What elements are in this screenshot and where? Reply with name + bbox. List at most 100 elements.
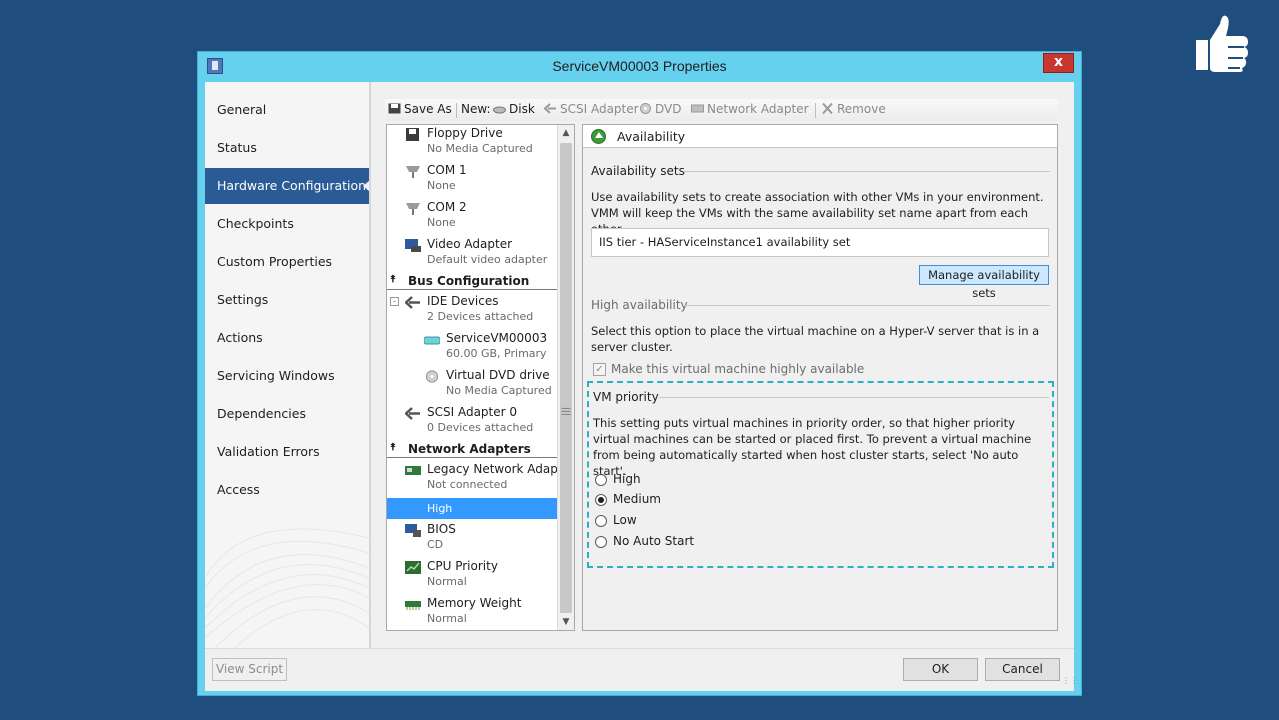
view-script-button[interactable]: View Script xyxy=(212,658,287,681)
priority-medium-radio[interactable] xyxy=(595,494,607,506)
nav-item-actions[interactable]: Actions xyxy=(205,320,369,356)
nav-item-hardware-configuration[interactable]: Hardware Configuration xyxy=(205,168,369,204)
nav-item-status[interactable]: Status xyxy=(205,130,369,166)
section-network-adapters[interactable]: ⯭ Network Adapters xyxy=(387,441,558,458)
thumbs-up-icon xyxy=(1196,15,1248,72)
tree-item-sub: None xyxy=(427,179,456,192)
cpu-icon xyxy=(405,561,421,574)
scroll-down-arrow-icon[interactable]: ▼ xyxy=(558,614,574,630)
tree-item-memory-weight[interactable]: Memory Weight Normal xyxy=(387,595,558,630)
tree-item-ide-devices[interactable]: - IDE Devices 2 Devices attached xyxy=(387,293,558,330)
remove-label: Remove xyxy=(837,102,886,116)
vm-priority-description: This setting puts virtual machines in pr… xyxy=(593,416,1032,478)
priority-low-radio[interactable] xyxy=(595,515,607,527)
resize-grip-icon[interactable]: ⋮⋮ xyxy=(1062,677,1078,689)
close-button[interactable]: x xyxy=(1043,53,1074,73)
nav-item-general[interactable]: General xyxy=(205,92,369,128)
tree-item-virtual-disk[interactable]: ServiceVM00003 60.00 GB, Primary xyxy=(387,330,558,367)
tree-item-bios[interactable]: BIOS CD xyxy=(387,521,558,558)
dialog-client: General Status Hardware Configuration Ch… xyxy=(205,82,1078,691)
collapse-chevron-icon: ⯭ xyxy=(390,442,396,453)
collapse-chevron-icon: ⯭ xyxy=(390,274,396,285)
tree-item-sub: Not connected xyxy=(427,478,508,491)
details-panel: Availability Availability sets Use avail… xyxy=(582,124,1058,631)
scroll-thumb[interactable] xyxy=(560,143,572,613)
tree-item-name: CPU Priority xyxy=(427,559,498,573)
priority-high-label: High xyxy=(613,472,641,486)
video-adapter-icon xyxy=(405,239,421,252)
tree-item-video-adapter[interactable]: Video Adapter Default video adapter xyxy=(387,236,558,273)
nav-item-dependencies[interactable]: Dependencies xyxy=(205,396,369,432)
disk-icon xyxy=(493,106,506,114)
floppy-drive-icon xyxy=(406,128,419,141)
ok-button[interactable]: OK xyxy=(903,658,978,681)
nav-pane: General Status Hardware Configuration Ch… xyxy=(205,82,369,648)
tree-item-name: BIOS xyxy=(427,522,456,536)
com-port-icon xyxy=(406,203,420,215)
nav-item-checkpoints[interactable]: Checkpoints xyxy=(205,206,369,242)
toolbar-separator xyxy=(815,103,816,118)
priority-high-radio[interactable] xyxy=(595,474,607,486)
tree-item-availability[interactable]: High xyxy=(387,498,558,519)
group-rule xyxy=(683,171,1050,172)
vm-priority-group: VM priority This setting puts virtual ma… xyxy=(587,381,1054,568)
tree-item-sub: None xyxy=(427,216,456,229)
cancel-button[interactable]: Cancel xyxy=(985,658,1060,681)
availability-up-arrow-icon xyxy=(591,129,606,144)
section-bus-configuration[interactable]: ⯭ Bus Configuration xyxy=(387,273,558,290)
tree-scrollbar[interactable]: ▲ — — — ▼ xyxy=(557,125,574,630)
tree-item-name: Memory Weight xyxy=(427,596,522,610)
tree-item-name: Video Adapter xyxy=(427,237,513,251)
tree-item-cpu-priority[interactable]: CPU Priority Normal xyxy=(387,558,558,595)
memory-icon xyxy=(405,601,421,610)
vm-priority-heading: VM priority xyxy=(593,390,659,404)
highly-available-label: Make this virtual machine highly availab… xyxy=(611,362,865,376)
tree-item-name: COM 1 xyxy=(427,163,467,177)
dvd-drive-icon xyxy=(425,370,439,383)
nav-item-settings[interactable]: Settings xyxy=(205,282,369,318)
priority-no-auto-start-radio[interactable] xyxy=(595,536,607,548)
nav-item-servicing-windows[interactable]: Servicing Windows xyxy=(205,358,369,394)
scsi-adapter-icon xyxy=(544,103,556,114)
availability-sets-heading: Availability sets xyxy=(591,164,685,178)
title-bar[interactable]: ServiceVM00003 Properties x xyxy=(198,52,1081,82)
new-disk-button[interactable]: Disk xyxy=(493,102,535,116)
expand-collapse-icon[interactable]: - xyxy=(390,297,399,306)
nav-item-access[interactable]: Access xyxy=(205,472,369,508)
new-network-adapter-button[interactable]: Network Adapter xyxy=(691,102,809,116)
save-as-button[interactable]: Save As xyxy=(388,102,452,116)
bios-icon xyxy=(405,524,421,537)
dvd-icon xyxy=(640,103,651,114)
remove-x-icon xyxy=(822,103,833,114)
manage-availability-sets-button[interactable]: Manage availability sets xyxy=(919,265,1049,300)
tree-item-sub: No Media Captured xyxy=(446,384,552,397)
tree-item-legacy-network-adapter[interactable]: Legacy Network Adap... Not connected xyxy=(387,461,569,498)
scroll-up-arrow-icon[interactable]: ▲ xyxy=(558,125,574,141)
tree-item-virtual-dvd[interactable]: Virtual DVD drive No Media Captured xyxy=(387,367,558,404)
new-dvd-button[interactable]: DVD xyxy=(639,102,681,116)
nav-item-custom-properties[interactable]: Custom Properties xyxy=(205,244,369,280)
tree-item-name: ServiceVM00003 xyxy=(446,331,548,345)
remove-button[interactable]: Remove xyxy=(821,102,886,116)
tree-item-floppy-drive[interactable]: Floppy Drive No Media Captured xyxy=(387,125,558,162)
tree-item-sub: 0 Devices attached xyxy=(427,421,534,434)
ide-controller-icon xyxy=(405,296,420,309)
section-title: Network Adapters xyxy=(408,442,531,456)
tree-item-sub: No Media Captured xyxy=(427,142,533,155)
tree-item-name: SCSI Adapter 0 xyxy=(427,405,518,419)
window-title: ServiceVM00003 Properties xyxy=(552,58,727,74)
new-scsi-adapter-button[interactable]: SCSI Adapter xyxy=(544,102,639,116)
panel-title: Availability xyxy=(617,129,686,144)
tree-item-com1[interactable]: COM 1 None xyxy=(387,162,558,199)
tree-item-sub: 60.00 GB, Primary xyxy=(446,347,547,360)
priority-no-auto-start-label: No Auto Start xyxy=(613,534,695,548)
tree-item-name: Legacy Network Adap... xyxy=(427,462,570,476)
tree-item-sub: CD xyxy=(427,538,444,551)
nav-item-validation-errors[interactable]: Validation Errors xyxy=(205,434,369,470)
tree-item-com2[interactable]: COM 2 None xyxy=(387,199,558,236)
availability-set-field[interactable]: IIS tier - HAServiceInstance1 availabili… xyxy=(591,228,1049,257)
dvd-label: DVD xyxy=(655,102,682,116)
priority-low-label: Low xyxy=(613,513,637,527)
tree-item-scsi-adapter[interactable]: SCSI Adapter 0 0 Devices attached xyxy=(387,404,558,441)
highly-available-checkbox[interactable]: ✓ xyxy=(593,363,606,376)
